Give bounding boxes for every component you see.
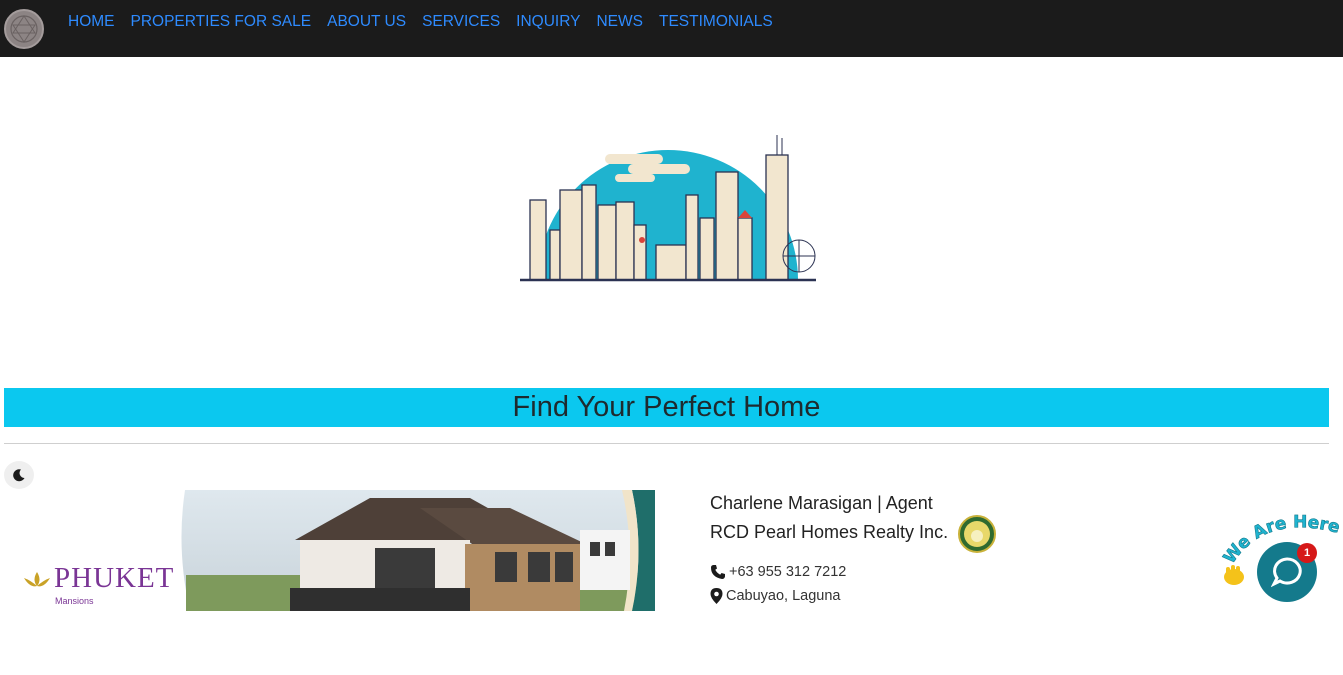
top-navbar: HOME PROPERTIES FOR SALE ABOUT US SERVIC… <box>0 0 1343 57</box>
nav-properties-for-sale[interactable]: PROPERTIES FOR SALE <box>131 12 312 32</box>
ad-brand-name: PHUKET <box>54 562 175 594</box>
agent-company: RCD Pearl Homes Realty Inc. <box>710 522 949 542</box>
agent-location-row: Cabuyao, Laguna <box>710 588 841 604</box>
nav-news[interactable]: NEWS <box>596 12 643 32</box>
moon-icon <box>13 469 25 482</box>
agent-name: Charlene Marasigan | Agent <box>710 493 933 513</box>
main-nav: HOME PROPERTIES FOR SALE ABOUT US SERVIC… <box>68 12 789 32</box>
chat-bubble-icon <box>1271 557 1302 588</box>
chat-unread-badge: 1 <box>1297 543 1317 563</box>
waving-hand-icon <box>1224 565 1244 585</box>
map-marker-icon <box>710 588 723 604</box>
nav-inquiry[interactable]: INQUIRY <box>516 12 580 32</box>
banner-title: Find Your Perfect Home <box>512 391 821 423</box>
agent-phone-row[interactable]: +63 955 312 7212 <box>710 564 846 580</box>
nav-home[interactable]: HOME <box>68 12 115 32</box>
dark-mode-toggle[interactable] <box>4 461 34 489</box>
lotus-logo-icon <box>24 572 50 587</box>
hero-banner: Find Your Perfect Home <box>4 388 1329 427</box>
nav-testimonials[interactable]: TESTIMONIALS <box>659 12 773 32</box>
property-ad-banner[interactable]: PHUKET Mansions <box>0 490 655 611</box>
nav-about-us[interactable]: ABOUT US <box>327 12 406 32</box>
agent-location: Cabuyao, Laguna <box>726 588 841 604</box>
phone-icon <box>711 565 725 579</box>
company-logo-badge <box>958 515 996 553</box>
company-seal-icon <box>964 521 990 547</box>
nav-services[interactable]: SERVICES <box>422 12 500 32</box>
city-skyline-illustration <box>520 130 816 284</box>
live-chat-widget[interactable]: We Are Here! 1 <box>1214 505 1343 611</box>
section-divider <box>4 443 1329 444</box>
ad-brand-subtitle: Mansions <box>55 596 94 606</box>
site-logo[interactable] <box>4 9 44 49</box>
logo-emblem-icon <box>10 15 38 43</box>
agent-phone: +63 955 312 7212 <box>729 564 847 580</box>
